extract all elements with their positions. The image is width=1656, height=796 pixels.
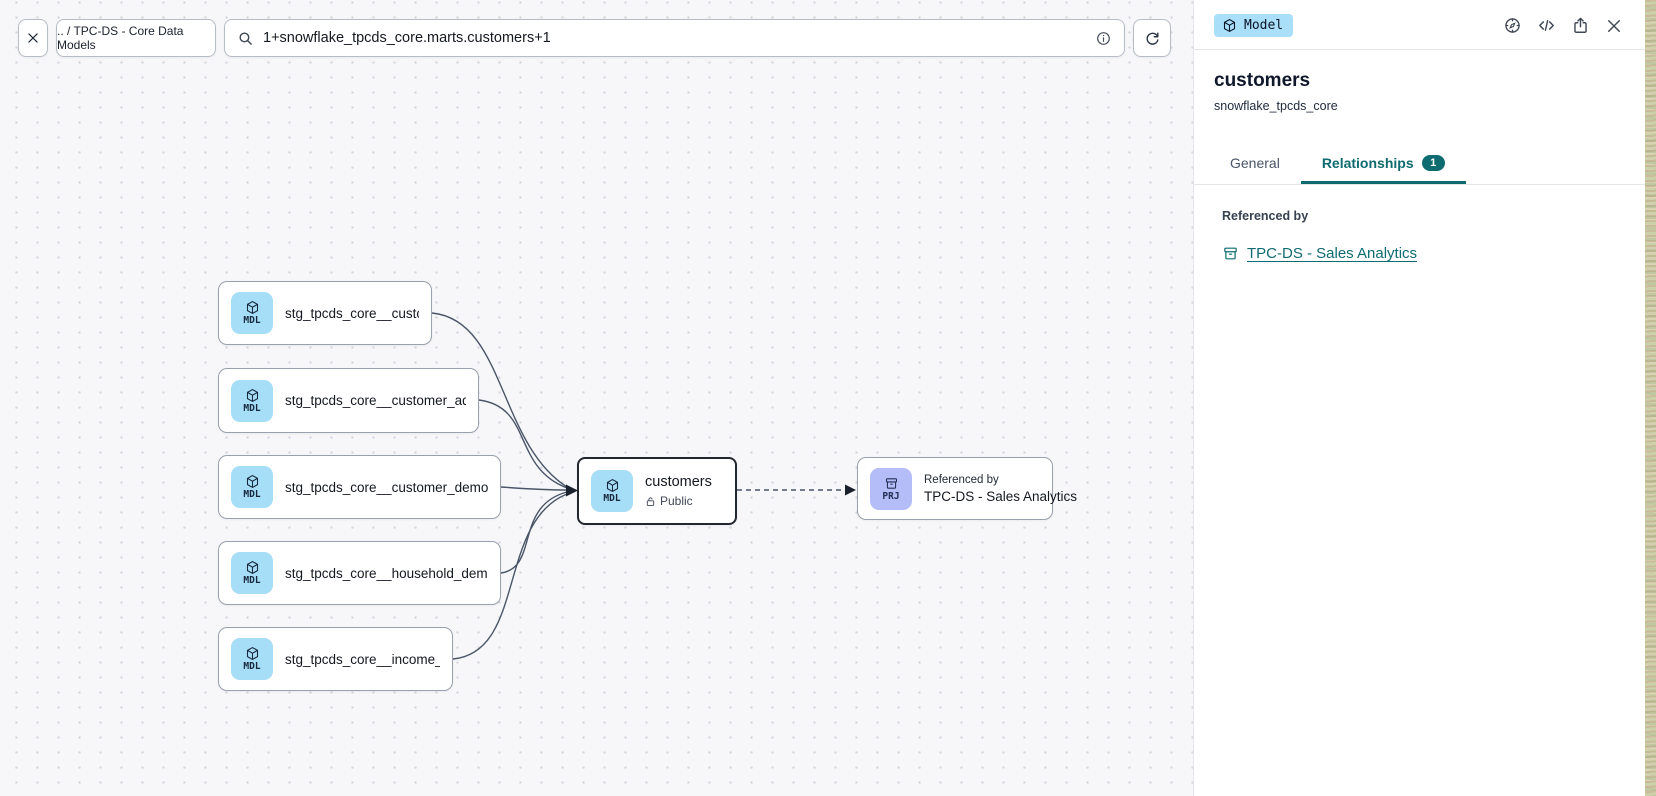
referenced-project-row[interactable]: TPC-DS - Sales Analytics	[1222, 245, 1617, 262]
page-title: customers	[1194, 50, 1645, 92]
graph-node-stg-customer[interactable]: MDL stg_tpcds_core__customer	[218, 281, 432, 345]
model-tile: MDL	[231, 380, 273, 422]
cube-icon	[245, 560, 260, 575]
relationships-count-badge: 1	[1422, 155, 1445, 171]
cube-icon	[1222, 18, 1237, 33]
tab-general[interactable]: General	[1209, 143, 1301, 184]
refresh-button[interactable]	[1133, 19, 1171, 57]
project-tile-label: PRJ	[882, 492, 899, 502]
share-icon[interactable]	[1571, 16, 1590, 35]
model-tile: MDL	[231, 466, 273, 508]
desktop-wallpaper-edge	[1645, 0, 1656, 796]
refresh-icon	[1144, 30, 1161, 47]
graph-node-referenced-project[interactable]: PRJ Referenced by TPC-DS - Sales Analyti…	[857, 457, 1053, 520]
node-label: stg_tpcds_core__customer	[285, 306, 419, 321]
graph-node-stg-customer-address[interactable]: MDL stg_tpcds_core__customer_address	[218, 368, 479, 433]
graph-node-stg-customer-demographics[interactable]: MDL stg_tpcds_core__customer_demogra…	[218, 455, 501, 519]
explore-compass-icon[interactable]	[1503, 16, 1522, 35]
node-label: stg_tpcds_core__customer_address	[285, 393, 466, 408]
panel-header: Model	[1194, 0, 1645, 50]
model-tile-label: MDL	[243, 316, 260, 326]
model-tile-label: MDL	[243, 404, 260, 414]
model-tile-label: MDL	[243, 662, 260, 672]
model-tile-label: MDL	[603, 494, 620, 504]
close-lineage-button[interactable]	[18, 19, 48, 57]
schema-subtitle: snowflake_tpcds_core	[1194, 92, 1645, 113]
cube-icon	[605, 478, 620, 493]
referenced-by-heading: Referenced by	[1222, 209, 1617, 223]
tab-relationships-label: Relationships	[1322, 155, 1414, 171]
referenced-project-link[interactable]: TPC-DS - Sales Analytics	[1247, 245, 1417, 262]
model-tile: MDL	[231, 292, 273, 334]
graph-node-stg-income-band[interactable]: MDL stg_tpcds_core__income_band	[218, 627, 453, 691]
project-tile: PRJ	[870, 468, 912, 510]
tab-general-label: General	[1230, 155, 1280, 171]
access-label: Public	[660, 494, 693, 508]
breadcrumb[interactable]: .. / TPC-DS - Core Data Models	[56, 19, 216, 57]
panel-tabs: General Relationships 1	[1194, 143, 1645, 185]
referenced-by-caption: Referenced by	[924, 474, 1077, 486]
breadcrumb-label: .. / TPC-DS - Core Data Models	[57, 24, 215, 52]
model-tile: MDL	[231, 638, 273, 680]
graph-node-stg-household-demographics[interactable]: MDL stg_tpcds_core__household_demogr…	[218, 541, 501, 605]
model-type-badge: Model	[1214, 14, 1293, 37]
model-tile-label: MDL	[243, 576, 260, 586]
node-label: customers	[645, 474, 712, 490]
graph-node-customers-selected[interactable]: MDL customers Public	[577, 457, 737, 525]
cube-icon	[245, 646, 260, 661]
details-panel: Model customers snowflake_tpcds_core	[1193, 0, 1645, 796]
model-tile: MDL	[591, 470, 633, 512]
lock-icon	[645, 496, 656, 507]
app-window: MDL stg_tpcds_core__customer MDL stg_tpc…	[0, 0, 1656, 796]
model-tile: MDL	[231, 552, 273, 594]
lineage-selector-input[interactable]: 1+snowflake_tpcds_core.marts.customers+1	[224, 19, 1125, 57]
project-box-icon	[1222, 245, 1239, 262]
tab-relationships[interactable]: Relationships 1	[1301, 143, 1466, 184]
view-code-icon[interactable]	[1537, 16, 1556, 35]
cube-icon	[245, 474, 260, 489]
model-type-badge-label: Model	[1244, 18, 1283, 33]
project-box-icon	[884, 476, 899, 491]
cube-icon	[245, 300, 260, 315]
lineage-edges	[0, 0, 1193, 796]
close-icon	[26, 31, 40, 45]
node-label: stg_tpcds_core__customer_demogra…	[285, 480, 488, 495]
node-label: stg_tpcds_core__household_demogr…	[285, 566, 488, 581]
search-icon	[237, 30, 254, 47]
cube-icon	[245, 388, 260, 403]
search-value: 1+snowflake_tpcds_core.marts.customers+1	[263, 30, 1086, 46]
node-label: stg_tpcds_core__income_band	[285, 652, 440, 667]
node-label: TPC-DS - Sales Analytics	[924, 489, 1077, 504]
model-tile-label: MDL	[243, 490, 260, 500]
info-icon[interactable]	[1095, 30, 1112, 47]
close-panel-icon[interactable]	[1605, 17, 1623, 35]
referenced-by-section: Referenced by TPC-DS - Sales Analytics	[1194, 185, 1645, 286]
lineage-canvas[interactable]: MDL stg_tpcds_core__customer MDL stg_tpc…	[0, 0, 1193, 796]
